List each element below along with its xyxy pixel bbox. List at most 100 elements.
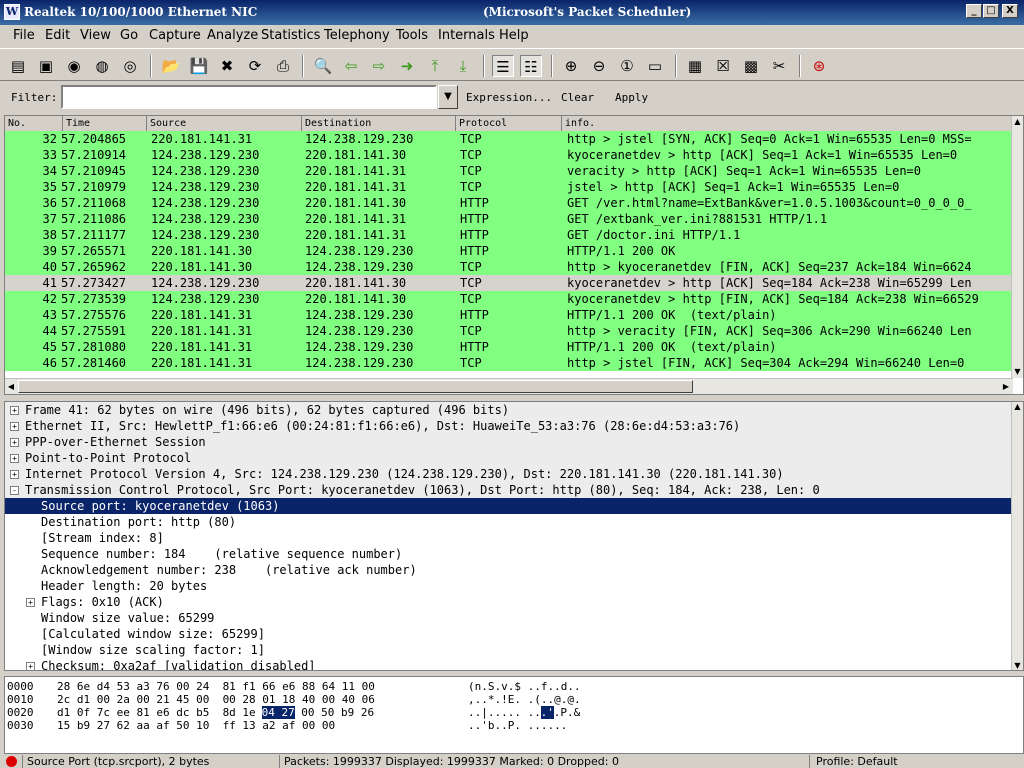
scroll-up-icon[interactable]: ▲	[1012, 402, 1023, 411]
expand-icon[interactable]: +	[10, 422, 19, 431]
detail-row[interactable]: [Calculated window size: 65299]	[5, 626, 1011, 642]
expand-icon[interactable]: +	[26, 662, 35, 670]
column-time[interactable]: Time	[63, 116, 147, 131]
menu-capture[interactable]: Capture	[149, 28, 201, 43]
expert-info-icon[interactable]	[6, 756, 17, 767]
find-packet-icon[interactable]: 🔍	[312, 55, 334, 77]
save-file-icon[interactable]: 💾	[188, 55, 210, 77]
expand-icon[interactable]: +	[26, 598, 35, 607]
wireshark-app-icon[interactable]: W	[4, 4, 20, 20]
zoom-in-icon[interactable]: ⊕	[560, 55, 582, 77]
menu-tools[interactable]: Tools	[396, 28, 428, 43]
colorize-icon[interactable]: ☰	[492, 55, 514, 77]
resize-columns-icon[interactable]: ▭	[644, 55, 666, 77]
detail-row[interactable]: + Flags: 0x10 (ACK)	[5, 594, 1011, 610]
detail-row[interactable]: Acknowledgement number: 238 (relative ac…	[5, 562, 1011, 578]
packet-bytes[interactable]: 0000 28 6e d4 53 a3 76 00 24 81 f1 66 e6 …	[4, 676, 1024, 754]
go-last-packet-icon[interactable]: ⤓	[452, 55, 474, 77]
detail-row[interactable]: Sequence number: 184 (relative sequence …	[5, 546, 1011, 562]
packet-row[interactable]: 33 57.210914 124.238.129.230 220.181.141.30…	[5, 147, 1013, 163]
scroll-right-icon[interactable]: ▶	[1000, 380, 1012, 393]
packet-row[interactable]: 43 57.275576 220.181.141.31 124.238.129.230…	[5, 307, 1013, 323]
column-info[interactable]: info.	[562, 116, 1013, 131]
detail-row[interactable]: + Ethernet II, Src: HewlettP_f1:66:e6 (00…	[5, 418, 1011, 434]
detail-row[interactable]: Destination port: http (80)	[5, 514, 1011, 530]
detail-row[interactable]: + Checksum: 0xa2af [validation disabled]	[5, 658, 1011, 670]
packet-row[interactable]: 40 57.265962 220.181.141.30 124.238.129.230…	[5, 259, 1013, 275]
scroll-down-icon[interactable]: ▼	[1012, 661, 1023, 670]
coloring-rules-icon[interactable]: ▩	[740, 55, 762, 77]
detail-row[interactable]: [Stream index: 8]	[5, 530, 1011, 546]
status-profile[interactable]: Profile: Default	[809, 755, 1024, 768]
scroll-up-icon[interactable]: ▲	[1012, 116, 1023, 128]
start-capture-icon[interactable]: ◉	[63, 55, 85, 77]
column-destination[interactable]: Destination	[302, 116, 456, 131]
capture-filters-icon[interactable]: ▦	[684, 55, 706, 77]
menu-internals[interactable]: Internals	[438, 28, 495, 43]
packet-list[interactable]: No. Time Source Destination Protocol inf…	[4, 115, 1024, 395]
detail-row[interactable]: + Internet Protocol Version 4, Src: 124.2…	[5, 466, 1011, 482]
packet-row[interactable]: 35 57.210979 124.238.129.230 220.181.141.31…	[5, 179, 1013, 195]
auto-scroll-icon[interactable]: ☷	[520, 55, 542, 77]
menu-edit[interactable]: Edit	[45, 28, 70, 43]
packet-list-vscroll[interactable]: ▲ ▼	[1011, 116, 1023, 378]
packet-row[interactable]: 38 57.211177 124.238.129.230 220.181.141.31…	[5, 227, 1013, 243]
column-source[interactable]: Source	[147, 116, 302, 131]
minimize-button[interactable]: _	[966, 4, 982, 18]
detail-row[interactable]: Window size value: 65299	[5, 610, 1011, 626]
packet-row[interactable]: 36 57.211068 124.238.129.230 220.181.141.30…	[5, 195, 1013, 211]
clear-button[interactable]: Clear	[561, 91, 594, 104]
detail-row[interactable]: Header length: 20 bytes	[5, 578, 1011, 594]
print-icon[interactable]: ⎙	[272, 55, 294, 77]
menu-go[interactable]: Go	[120, 28, 138, 43]
packet-row[interactable]: 34 57.210945 124.238.129.230 220.181.141.31…	[5, 163, 1013, 179]
expand-icon[interactable]: +	[10, 438, 19, 447]
packet-row[interactable]: 41 57.273427 124.238.129.230 220.181.141.30…	[5, 275, 1013, 291]
packet-row[interactable]: 45 57.281080 220.181.141.31 124.238.129.230…	[5, 339, 1013, 355]
go-first-packet-icon[interactable]: ⤒	[424, 55, 446, 77]
expression-button[interactable]: Expression...	[466, 91, 552, 104]
menu-view[interactable]: View	[80, 28, 111, 43]
display-filters-icon[interactable]: ☒	[712, 55, 734, 77]
detail-row[interactable]: [Window size scaling factor: 1]	[5, 642, 1011, 658]
menu-statistics[interactable]: Statistics	[261, 28, 320, 43]
detail-row[interactable]: + Frame 41: 62 bytes on wire (496 bits), …	[5, 402, 1011, 418]
maximize-button[interactable]: □	[983, 4, 999, 18]
apply-button[interactable]: Apply	[615, 91, 648, 104]
capture-options-icon[interactable]: ▣	[35, 55, 57, 77]
zoom-out-icon[interactable]: ⊖	[588, 55, 610, 77]
expand-icon[interactable]: +	[10, 470, 19, 479]
packet-row[interactable]: 37 57.211086 124.238.129.230 220.181.141.31…	[5, 211, 1013, 227]
detail-row[interactable]: + PPP-over-Ethernet Session	[5, 434, 1011, 450]
close-button[interactable]: X	[1002, 4, 1018, 18]
normal-size-icon[interactable]: ①	[616, 55, 638, 77]
restart-capture-icon[interactable]: ◎	[119, 55, 141, 77]
go-to-packet-icon[interactable]: ➜	[396, 55, 418, 77]
preferences-icon[interactable]: ✂	[768, 55, 790, 77]
column-protocol[interactable]: Protocol	[456, 116, 562, 131]
expand-icon[interactable]: +	[10, 454, 19, 463]
menu-file[interactable]: File	[13, 28, 35, 43]
packet-row[interactable]: 42 57.273539 124.238.129.230 220.181.141.30…	[5, 291, 1013, 307]
stop-capture-icon[interactable]: ◍	[91, 55, 113, 77]
expand-icon[interactable]: +	[10, 406, 19, 415]
hscroll-thumb[interactable]	[18, 380, 693, 393]
filter-dropdown-icon[interactable]: ▼	[438, 85, 458, 109]
detail-row[interactable]: - Transmission Control Protocol, Src Port…	[5, 482, 1011, 498]
details-vscroll[interactable]: ▲ ▼	[1011, 402, 1023, 670]
column-no[interactable]: No.	[5, 116, 63, 131]
packet-row[interactable]: 46 57.281460 220.181.141.31 124.238.129.230…	[5, 355, 1013, 371]
reload-icon[interactable]: ⟳	[244, 55, 266, 77]
collapse-icon[interactable]: -	[10, 486, 19, 495]
packet-row[interactable]: 39 57.265571 220.181.141.30 124.238.129.230…	[5, 243, 1013, 259]
go-back-icon[interactable]: ⇦	[340, 55, 362, 77]
packet-list-hscroll[interactable]: ◀ ▶	[5, 378, 1013, 394]
open-file-icon[interactable]: 📂	[160, 55, 182, 77]
menu-analyze[interactable]: Analyze	[207, 28, 258, 43]
detail-row[interactable]: + Point-to-Point Protocol	[5, 450, 1011, 466]
scroll-left-icon[interactable]: ◀	[5, 380, 17, 393]
packet-row[interactable]: 32 57.204865 220.181.141.31 124.238.129.230…	[5, 131, 1013, 147]
menu-telephony[interactable]: Telephony	[324, 28, 390, 43]
detail-row[interactable]: Source port: kyoceranetdev (1063)	[5, 498, 1011, 514]
menu-help[interactable]: Help	[499, 28, 529, 43]
